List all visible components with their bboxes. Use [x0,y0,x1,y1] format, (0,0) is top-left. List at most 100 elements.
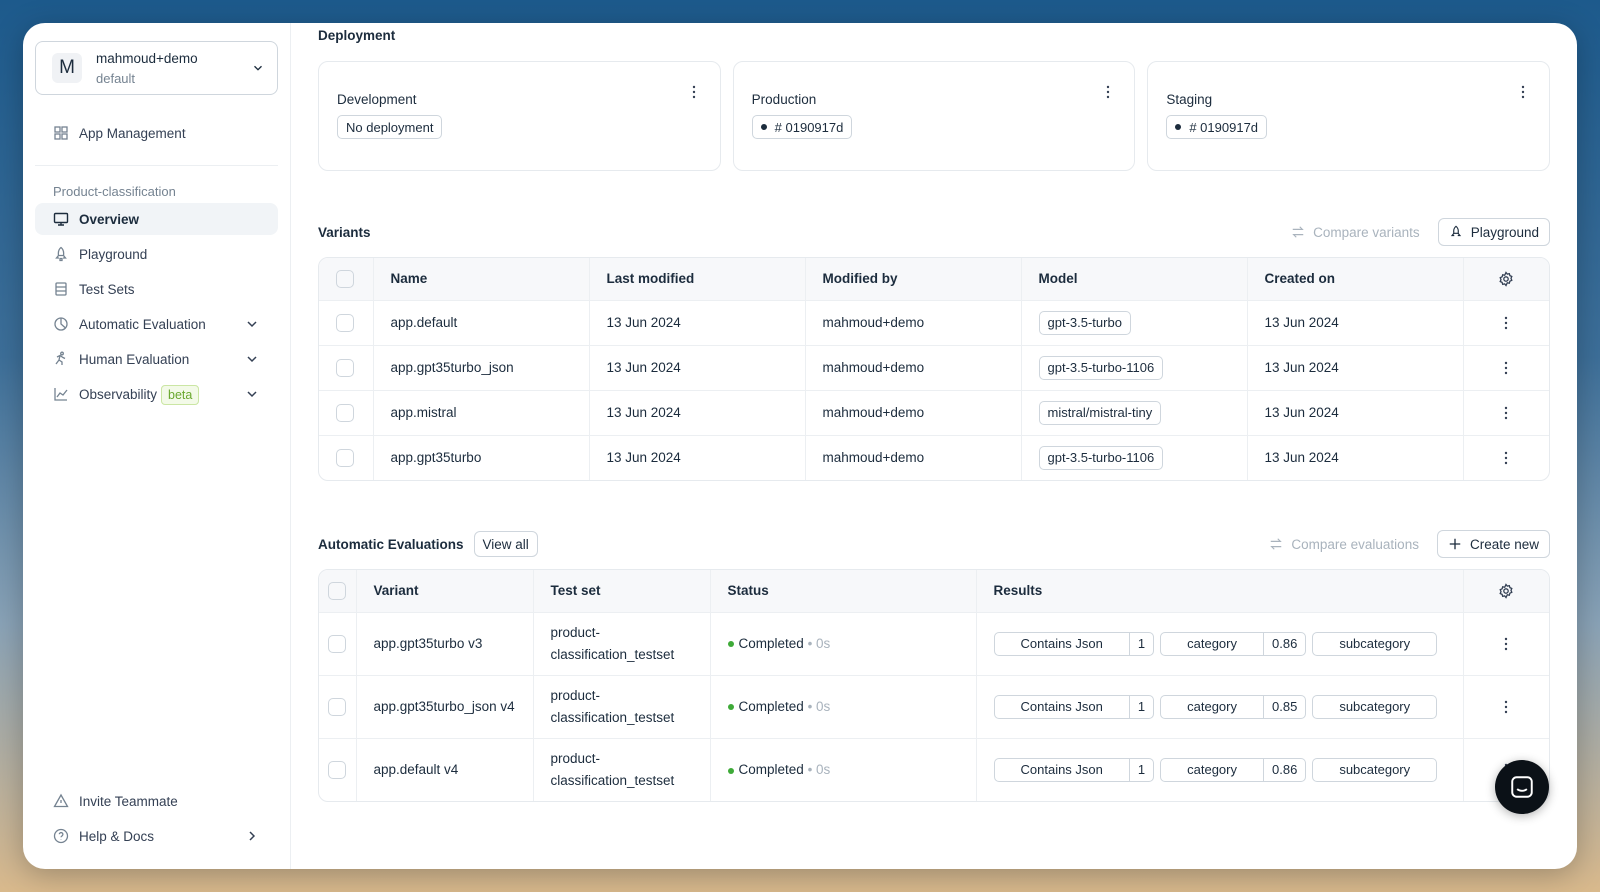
table-header-row: Name Last modified Modified by Model Cre… [319,258,1549,301]
settings-gear-icon[interactable] [1498,271,1514,287]
duration: • 0s [807,762,831,778]
warning-triangle-icon [53,793,69,808]
variant-name: app.default [373,300,590,346]
nav-test-sets[interactable]: Test Sets [35,273,278,305]
nav-automatic-evaluation[interactable]: Automatic Evaluation [35,308,278,340]
result-chip: subcategory [1312,757,1438,782]
project-name: Product-classification [53,184,176,199]
status-dot [1175,124,1182,130]
nav-label: Human Evaluation [79,351,190,367]
table-row[interactable]: app.mistral 13 Jun 2024 mahmoud+demo mis… [319,390,1549,436]
more-vertical-icon[interactable] [1498,360,1514,376]
nav-label: Help & Docs [79,828,155,844]
more-vertical-icon[interactable] [1498,699,1514,715]
nav-invite-teammate[interactable]: Invite Teammate [35,785,278,817]
chat-launcher-button[interactable] [1495,760,1549,814]
more-vertical-icon[interactable] [1498,405,1514,421]
column-header: Last modified [589,258,806,301]
help-circle-icon [53,828,69,844]
variants-table: Name Last modified Modified by Model Cre… [318,257,1550,481]
app-window: M mahmoud+demo default App Management Pr… [23,23,1577,869]
deployment-title: Deployment [318,28,396,43]
table-row[interactable]: app.gpt35turbo v3 product-classification… [319,612,1549,676]
nav-app-management[interactable]: App Management [35,117,278,149]
evaluation-variant: app.default v4 [356,738,534,801]
duration: • 0s [807,699,831,714]
nav-observability[interactable]: Observability beta [35,378,278,410]
beta-badge: beta [161,384,200,405]
nav-playground[interactable]: Playground [35,238,278,270]
column-header: Modified by [805,258,1022,301]
evaluation-variant: app.gpt35turbo_json v4 [356,675,534,739]
main-content: Deployment Development No deployment Pro… [291,23,1577,869]
modified-by: mahmoud+demo [805,300,1022,346]
model-chip: gpt-3.5-turbo-1106 [1038,445,1164,470]
row-checkbox[interactable] [336,313,354,332]
deployment-card-production[interactable]: Production # 0190917d [732,61,1136,171]
more-vertical-icon[interactable] [1515,84,1531,100]
row-checkbox[interactable] [328,634,346,653]
last-modified: 13 Jun 2024 [589,435,806,480]
more-vertical-icon[interactable] [1498,315,1514,331]
account-switcher[interactable]: M mahmoud+demo default [35,41,278,95]
result-chip: subcategory [1312,631,1438,656]
last-modified: 13 Jun 2024 [589,345,806,391]
evaluations-table: Variant Test set Status Results app.gpt3… [318,569,1550,802]
deployment-cards: Development No deployment Production # 0… [318,61,1551,171]
table-row[interactable]: app.default 13 Jun 2024 mahmoud+demo gpt… [319,300,1549,346]
deployment-card-staging[interactable]: Staging # 0190917d [1147,61,1551,171]
status-dot [727,767,734,774]
result-chip: category 0.86 [1160,631,1307,656]
variant-name: app.gpt35turbo_json [373,345,590,391]
playground-button[interactable]: Playground [1437,218,1550,246]
duration: • 0s [807,636,831,651]
result-chip: Contains Json 1 [993,631,1155,656]
evaluation-testset: product-classification_testset [533,612,711,676]
more-vertical-icon[interactable] [686,84,702,100]
nav-human-evaluation[interactable]: Human Evaluation [35,343,278,375]
created-on: 13 Jun 2024 [1247,345,1464,391]
table-row[interactable]: app.gpt35turbo 13 Jun 2024 mahmoud+demo … [319,435,1549,480]
table-header-row: Variant Test set Status Results [319,570,1549,613]
view-all-button[interactable]: View all [473,531,538,557]
evaluation-results: Contains Json 1 category 0.86 subcategory [976,738,1464,801]
sidebar-footer: Invite Teammate Help & Docs [35,782,278,855]
row-checkbox[interactable] [328,760,346,779]
chevron-right-icon [249,831,256,841]
compare-variants-button[interactable]: Compare variants [1291,225,1420,240]
more-vertical-icon[interactable] [1498,636,1514,652]
divider [35,165,278,166]
row-checkbox[interactable] [336,403,354,422]
row-checkbox[interactable] [336,358,354,377]
deployment-card-development[interactable]: Development No deployment [318,61,721,171]
result-chip: category 0.86 [1160,757,1307,782]
evaluation-results: Contains Json 1 category 0.86 subcategory [976,612,1464,676]
evaluation-status: Completed • 0s [710,738,977,801]
evaluations-header: Automatic Evaluations View all Compare e… [318,529,1550,559]
nav-help-docs[interactable]: Help & Docs [35,820,278,852]
chat-icon [1511,776,1533,798]
chevron-down-icon [247,356,257,363]
modified-by: mahmoud+demo [805,435,1022,480]
row-checkbox[interactable] [336,448,354,467]
more-vertical-icon[interactable] [1498,450,1514,466]
swap-icon [1270,538,1283,550]
row-checkbox[interactable] [328,697,346,716]
more-vertical-icon[interactable] [1100,84,1116,100]
nav-overview[interactable]: Overview [35,203,278,235]
created-on: 13 Jun 2024 [1247,435,1464,480]
status-dot [727,641,734,648]
table-row[interactable]: app.gpt35turbo_json v4 product-classific… [319,675,1549,739]
select-all-checkbox[interactable] [336,269,354,288]
deployment-tag: # 0190917d [1166,115,1268,139]
compare-evaluations-button[interactable]: Compare evaluations [1269,537,1419,552]
evaluation-status: Completed • 0s [710,675,977,739]
nav-label: Test Sets [79,281,135,297]
database-icon [55,282,67,296]
table-row[interactable]: app.gpt35turbo_json 13 Jun 2024 mahmoud+… [319,345,1549,391]
select-all-checkbox[interactable] [328,581,346,600]
evaluation-testset: product-classification_testset [533,675,711,739]
settings-gear-icon[interactable] [1498,583,1514,599]
create-new-button[interactable]: Create new [1436,530,1550,558]
table-row[interactable]: app.default v4 product-classification_te… [319,738,1549,801]
